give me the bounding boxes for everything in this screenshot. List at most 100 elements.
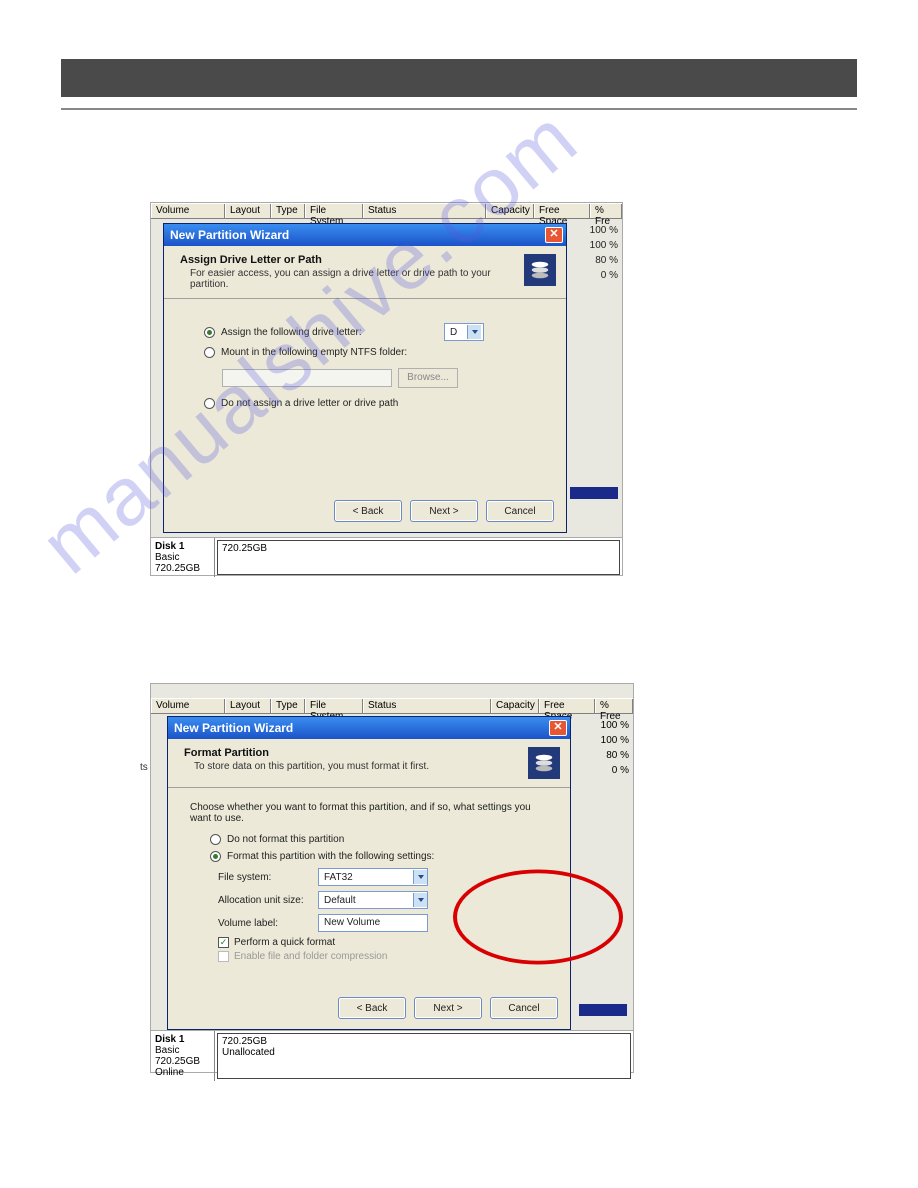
- dialog-titlebar[interactable]: New Partition Wizard ✕: [168, 717, 570, 739]
- radio-no-assign[interactable]: [204, 398, 215, 409]
- label-mount-folder: Mount in the following empty NTFS folder…: [221, 347, 407, 358]
- col-layout[interactable]: Layout: [225, 699, 271, 713]
- disk-name: Disk 1: [155, 1034, 210, 1045]
- disk-info-cell: Disk 1 Basic 720.25GB: [151, 538, 215, 577]
- label-quick-format: Perform a quick format: [234, 937, 335, 948]
- col-filesystem[interactable]: File System: [305, 699, 363, 713]
- dialog-button-row: < Back Next > Cancel: [338, 997, 558, 1019]
- disk-size: 720.25GB: [155, 563, 210, 574]
- col-freespace[interactable]: Free Space: [539, 699, 595, 713]
- dialog-title: New Partition Wizard: [174, 721, 293, 735]
- radio-mount-folder[interactable]: [204, 347, 215, 358]
- screenshot-2: Volume Layout Type File System Status Ca…: [150, 683, 634, 1073]
- header-subtitle: To store data on this partition, you mus…: [194, 761, 528, 772]
- dialog-header: Format Partition To store data on this p…: [168, 739, 570, 788]
- disk-info-cell: Disk 1 Basic 720.25GB Online: [151, 1031, 215, 1081]
- col-capacity[interactable]: Capacity: [486, 204, 534, 218]
- label-assign-letter: Assign the following drive letter:: [221, 327, 362, 338]
- disk-type: Basic: [155, 552, 210, 563]
- col-pctfree[interactable]: % Free: [595, 699, 633, 713]
- header-title: Assign Drive Letter or Path: [180, 254, 524, 266]
- filesystem-value: FAT32: [324, 872, 353, 883]
- disk-status: Online: [155, 1067, 210, 1078]
- pct-row-1: 100 %: [569, 718, 629, 733]
- chevron-down-icon[interactable]: [413, 870, 427, 884]
- label-compression: Enable file and folder compression: [234, 951, 387, 962]
- partition-status: Unallocated: [222, 1047, 626, 1058]
- label-allocation: Allocation unit size:: [218, 895, 318, 906]
- next-button[interactable]: Next >: [414, 997, 482, 1019]
- document-divider: [61, 108, 857, 110]
- disk-name: Disk 1: [155, 541, 210, 552]
- dialog-titlebar[interactable]: New Partition Wizard ✕: [164, 224, 566, 246]
- radio-do-format[interactable]: [210, 851, 221, 862]
- header-title: Format Partition: [184, 747, 528, 759]
- dialog-header: Assign Drive Letter or Path For easier a…: [164, 246, 566, 299]
- dialog-title: New Partition Wizard: [170, 228, 289, 242]
- volume-table-header: Volume Layout Type File System Status Ca…: [151, 203, 622, 219]
- col-type[interactable]: Type: [271, 204, 305, 218]
- ts-label: ts: [140, 762, 148, 773]
- volume-label-input[interactable]: New Volume: [318, 914, 428, 932]
- close-icon[interactable]: ✕: [549, 720, 567, 736]
- pct-row-4: 0 %: [568, 268, 618, 283]
- col-volume[interactable]: Volume: [151, 204, 225, 218]
- dialog-body: Assign the following drive letter: D Mou…: [164, 299, 566, 421]
- format-instruction: Choose whether you want to format this p…: [190, 802, 554, 824]
- pct-row-3: 80 %: [568, 253, 618, 268]
- allocation-select[interactable]: Default: [318, 891, 428, 909]
- disk-size: 720.25GB: [155, 1056, 210, 1067]
- document-header-bar: [61, 59, 857, 97]
- new-partition-wizard-dialog-1: New Partition Wizard ✕ Assign Drive Lett…: [163, 223, 567, 533]
- col-type[interactable]: Type: [271, 699, 305, 713]
- drive-letter-select[interactable]: D: [444, 323, 484, 341]
- label-filesystem: File system:: [218, 872, 318, 883]
- disk-partition-block[interactable]: 720.25GB: [217, 540, 620, 575]
- header-subtitle: For easier access, you can assign a driv…: [190, 268, 524, 290]
- partition-size: 720.25GB: [222, 543, 615, 554]
- cancel-button[interactable]: Cancel: [490, 997, 558, 1019]
- pct-row-2: 100 %: [568, 238, 618, 253]
- browse-button: Browse...: [398, 368, 458, 388]
- checkbox-quick-format[interactable]: [218, 937, 229, 948]
- new-partition-wizard-dialog-2: New Partition Wizard ✕ Format Partition …: [167, 716, 571, 1030]
- col-layout[interactable]: Layout: [225, 204, 271, 218]
- partition-size: 720.25GB: [222, 1036, 626, 1047]
- back-button[interactable]: < Back: [334, 500, 402, 522]
- disk-row-1: Disk 1 Basic 720.25GB 720.25GB: [151, 537, 622, 575]
- disk-partition-block[interactable]: 720.25GB Unallocated: [217, 1033, 631, 1079]
- disk-graphic-bar: [570, 487, 618, 499]
- percent-free-values-2: 100 % 100 % 80 % 0 %: [569, 718, 629, 778]
- allocation-value: Default: [324, 895, 356, 906]
- percent-free-values: 100 % 100 % 80 % 0 %: [568, 223, 618, 283]
- col-volume[interactable]: Volume: [151, 699, 225, 713]
- dialog-body: Choose whether you want to format this p…: [168, 788, 570, 971]
- col-status[interactable]: Status: [363, 204, 486, 218]
- drive-letter-value: D: [450, 327, 457, 338]
- pct-row-2: 100 %: [569, 733, 629, 748]
- chevron-down-icon[interactable]: [413, 893, 427, 907]
- checkbox-compression: [218, 951, 229, 962]
- radio-assign-letter[interactable]: [204, 327, 215, 338]
- mount-folder-input: [222, 369, 392, 387]
- back-button[interactable]: < Back: [338, 997, 406, 1019]
- cancel-button[interactable]: Cancel: [486, 500, 554, 522]
- dialog-button-row: < Back Next > Cancel: [334, 500, 554, 522]
- label-volume: Volume label:: [218, 918, 318, 929]
- col-freespace[interactable]: Free Space: [534, 204, 590, 218]
- col-filesystem[interactable]: File System: [305, 204, 363, 218]
- radio-no-format[interactable]: [210, 834, 221, 845]
- chevron-down-icon[interactable]: [467, 325, 481, 339]
- pct-row-1: 100 %: [568, 223, 618, 238]
- label-do-format: Format this partition with the following…: [227, 851, 434, 862]
- disk-graphic-bar: [579, 1004, 627, 1016]
- next-button[interactable]: Next >: [410, 500, 478, 522]
- disk-type: Basic: [155, 1045, 210, 1056]
- col-capacity[interactable]: Capacity: [491, 699, 539, 713]
- col-pctfree[interactable]: % Fre: [590, 204, 622, 218]
- disk-stack-icon: [524, 254, 556, 286]
- pct-row-4: 0 %: [569, 763, 629, 778]
- filesystem-select[interactable]: FAT32: [318, 868, 428, 886]
- col-status[interactable]: Status: [363, 699, 491, 713]
- close-icon[interactable]: ✕: [545, 227, 563, 243]
